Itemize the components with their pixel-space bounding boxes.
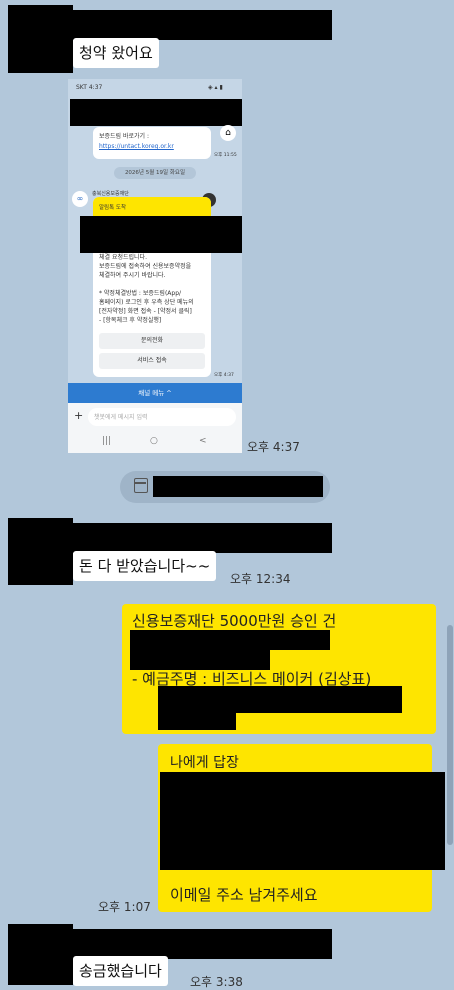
message-bubble: 송금했습니다: [73, 956, 168, 986]
redacted-sender-name: [73, 929, 332, 959]
my-reply-bubble: 나에게 답장 이메일 주소 남겨주세요: [158, 744, 445, 912]
service-access-button[interactable]: 서비스 접속: [99, 353, 205, 369]
message-time: 오후 1:07: [98, 900, 151, 914]
home-icon[interactable]: ⌂: [220, 125, 236, 141]
inquiry-call-button[interactable]: 문의전화: [99, 333, 205, 349]
redacted-text: [158, 686, 402, 713]
redacted-date: [153, 476, 323, 497]
home-circle-icon: ○: [150, 436, 158, 446]
channel-menu-button[interactable]: 채널 메뉴 ^: [68, 383, 242, 403]
recent-apps-icon: |||: [102, 436, 112, 446]
message-time: 오후 4:37: [247, 440, 300, 454]
redacted-text: [130, 650, 270, 670]
back-icon: <: [199, 436, 207, 446]
phone-input-bar: + 챗봇에게 메시지 입력: [68, 403, 242, 431]
message-bubble: 돈 다 받았습니다~~: [73, 551, 217, 581]
redacted-text: [158, 711, 236, 730]
my-message-bubble: 신용보증재단 5000만원 승인 건 - 예금주명 : 비즈니스 메이커 (김상…: [122, 604, 436, 734]
sender-logo-icon: ∞: [72, 191, 88, 207]
calendar-icon: [134, 478, 148, 493]
phone-nav-bar: ||| ○ <: [68, 431, 242, 453]
scrollbar[interactable]: [447, 625, 453, 845]
phone-status-bar: SKT 4:37 ◈ ▴ ▮: [76, 84, 223, 91]
redacted-alimtalk-body: [80, 216, 242, 253]
redacted-avatar: [8, 924, 73, 985]
redacted-sender-name: [73, 523, 332, 553]
attached-screenshot[interactable]: SKT 4:37 ◈ ▴ ▮ 보증드림 바로가기 : https://untac…: [68, 79, 242, 453]
message-time: 오후 3:38: [190, 975, 243, 989]
redacted-header: [70, 99, 242, 126]
message-bubble: 청약 왔어요: [73, 38, 159, 68]
redacted-sender-name: [73, 10, 332, 40]
phone-message-input[interactable]: 챗봇에게 메시지 입력: [88, 408, 236, 426]
redacted-avatar: [8, 518, 73, 585]
plus-icon[interactable]: +: [74, 409, 83, 422]
redacted-quoted-text: [160, 772, 445, 870]
redacted-avatar: [8, 5, 73, 73]
link-card: 보증드림 바로가기 : https://untact.koreg.or.kr: [93, 127, 211, 159]
redacted-text: [130, 630, 330, 650]
message-time: 오후 12:34: [230, 572, 291, 586]
date-separator: [120, 471, 330, 503]
